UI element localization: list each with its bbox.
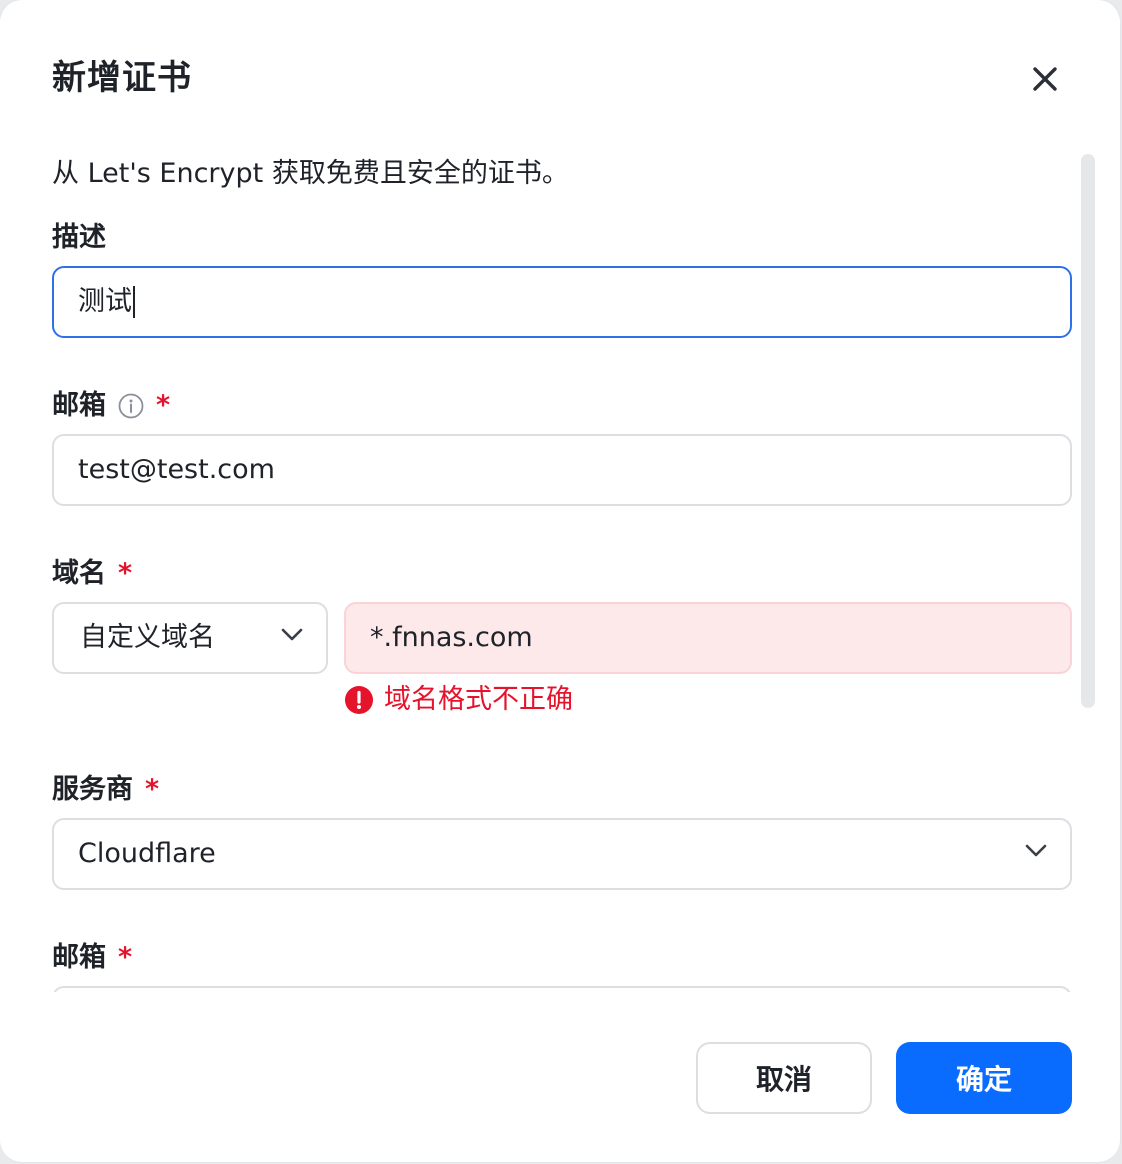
chevron-down-icon bbox=[1024, 838, 1048, 870]
domain-label: 域名 * bbox=[52, 556, 132, 592]
email-value: test@test.com bbox=[78, 454, 275, 485]
chevron-down-icon bbox=[280, 622, 304, 654]
email-label-text: 邮箱 bbox=[52, 390, 106, 421]
description-label-text: 描述 bbox=[52, 222, 106, 253]
domain-error-text: 域名格式不正确 bbox=[384, 684, 573, 715]
email-input[interactable]: test@test.com bbox=[52, 434, 1072, 506]
intro-text: 从 Let's Encrypt 获取免费且安全的证书。 bbox=[52, 158, 569, 189]
required-mark: * bbox=[118, 558, 133, 589]
dialog-title: 新增证书 bbox=[52, 58, 192, 98]
confirm-button[interactable]: 确定 bbox=[896, 1042, 1072, 1114]
required-mark: * bbox=[156, 390, 171, 421]
provider-label-text: 服务商 bbox=[52, 774, 133, 805]
provider-email-input[interactable] bbox=[52, 986, 1072, 992]
description-input[interactable]: 测试 bbox=[52, 266, 1072, 338]
provider-label: 服务商 * bbox=[52, 772, 159, 808]
required-mark: * bbox=[145, 774, 160, 805]
close-icon[interactable] bbox=[1024, 58, 1066, 100]
domain-value: *.fnnas.com bbox=[370, 622, 533, 653]
provider-email-label-text: 邮箱 bbox=[52, 942, 106, 973]
text-caret bbox=[133, 286, 135, 318]
provider-email-label: 邮箱 * bbox=[52, 940, 132, 976]
required-mark: * bbox=[118, 942, 133, 973]
description-label: 描述 bbox=[52, 220, 106, 256]
domain-input[interactable]: *.fnnas.com bbox=[344, 602, 1072, 674]
new-certificate-dialog: 新增证书 从 Let's Encrypt 获取免费且安全的证书。 描述 测试 邮… bbox=[0, 0, 1120, 1162]
info-icon[interactable] bbox=[118, 393, 144, 419]
domain-error-message: 域名格式不正确 bbox=[344, 682, 573, 718]
error-icon bbox=[345, 686, 373, 714]
domain-type-select[interactable]: 自定义域名 bbox=[52, 602, 328, 674]
domain-label-text: 域名 bbox=[52, 558, 106, 589]
cancel-button[interactable]: 取消 bbox=[696, 1042, 872, 1114]
domain-type-value: 自定义域名 bbox=[80, 622, 215, 653]
description-value: 测试 bbox=[78, 286, 132, 317]
dialog-body: 从 Let's Encrypt 获取免费且安全的证书。 描述 测试 邮箱 * t… bbox=[0, 130, 1120, 992]
provider-select[interactable]: Cloudflare bbox=[52, 818, 1072, 890]
provider-value: Cloudflare bbox=[78, 838, 216, 869]
email-label: 邮箱 * bbox=[52, 388, 170, 424]
